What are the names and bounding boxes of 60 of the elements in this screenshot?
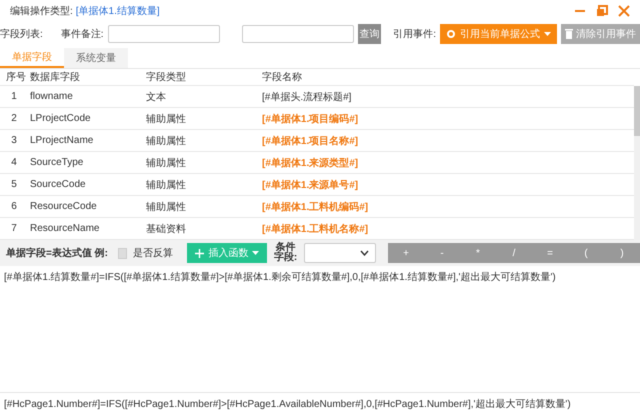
translated-expression-text: [#HcPage1.Number#]=IFS([#HcPage1.Number#]>[#HcPage1.AvailableNumber#],0,[#HcPage1.Number#],'超出最大可结算数量')	[4, 399, 571, 410]
table-cell[interactable]: [#单据体1.工料机编码#]	[262, 200, 368, 214]
table-cell-text: 基础资料	[146, 222, 187, 236]
column-header: 字段类型	[146, 70, 187, 84]
chevron-down-icon	[360, 250, 369, 256]
expression-example-label: 单据字段=表达式值 例:	[6, 246, 108, 260]
table-cell[interactable]: [#单据头.流程标题#]	[262, 90, 352, 104]
invert-label: 是否反算	[133, 247, 174, 260]
column-header: 数据库字段	[29, 70, 81, 84]
table-cell-text: 2	[10, 113, 18, 124]
column-header: 字段名称	[262, 70, 302, 84]
remark-input-field[interactable]	[108, 25, 220, 43]
table-cell-text: 辅助属性	[146, 134, 187, 148]
expression-text: [#单据体1.结算数量#]=IFS([#单据体1.结算数量#]>[#单据体1.剩余可结算数量#],0,[#单据体1.结算数量#],'超出最大可结算数量')	[4, 272, 556, 283]
table-cell-text: 1	[10, 91, 18, 102]
query-button[interactable]: 查询	[358, 24, 382, 44]
invert-checkbox[interactable]	[118, 248, 128, 258]
table-cell-text: ResourceCode	[29, 201, 98, 212]
window-title-label: 编辑操作类型:	[10, 4, 73, 18]
table-cell-text: SourceType	[29, 157, 84, 168]
restore-icon[interactable]	[596, 5, 608, 17]
table-cell-text: 辅助属性	[146, 112, 187, 126]
table-cell[interactable]: [#单据体1.来源类型#]	[262, 156, 358, 170]
remark-label: 事件备注:	[60, 28, 104, 41]
insert-function-button[interactable]: 插入函数	[187, 243, 268, 263]
table-cell-text: 5	[10, 179, 18, 190]
trash-icon	[565, 29, 573, 39]
condition-field-label: 条件字段:	[273, 243, 298, 263]
table-cell-text: 辅助属性	[146, 178, 187, 192]
plus-icon	[195, 248, 204, 258]
field-list-label: 字段列表:	[0, 28, 43, 41]
table-cell-text: 6	[10, 201, 18, 212]
column-header: 序号	[5, 70, 27, 84]
table-cell-text: ResourceName	[29, 223, 100, 234]
table-cell-text: 辅助属性	[146, 200, 187, 214]
table-cell-text: LProjectCode	[29, 113, 92, 124]
table-cell-text: 文本	[146, 90, 167, 104]
table-cell[interactable]: [#单据体1.来源单号#]	[262, 178, 358, 192]
table-cell-text: LProjectName	[29, 135, 94, 146]
reference-formula-button[interactable]: 引用当前单据公式	[440, 24, 557, 44]
search-input-field[interactable]	[242, 25, 354, 43]
table-cell[interactable]: [#单据体1.项目名称#]	[262, 134, 358, 148]
window-title-value: [单据体1.结算数量]	[76, 4, 160, 18]
condition-field-dropdown[interactable]	[304, 243, 376, 263]
table-cell-text: flowname	[29, 91, 74, 102]
reference-event-label: 引用事件:	[393, 28, 436, 41]
table-cell[interactable]: [#单据体1.工料机名称#]	[262, 222, 368, 236]
caret-icon	[544, 32, 551, 36]
table-cell-text: 辅助属性	[146, 156, 187, 170]
table-cell-text: 4	[10, 157, 18, 168]
tab[interactable]: 系统变量	[64, 48, 128, 68]
close-icon[interactable]	[618, 5, 630, 17]
table-cell-text: SourceCode	[29, 179, 87, 190]
table-cell[interactable]: [#单据体1.项目编码#]	[262, 112, 358, 126]
table-cell-text: 3	[10, 135, 18, 146]
caret-icon	[252, 251, 260, 255]
expression-text-area[interactable]: [#单据体1.结算数量#]=IFS([#单据体1.结算数量#]>[#单据体1.剩余可结算数量#],0,[#单据体1.结算数量#],'超出最大可结算数量')	[0, 266, 640, 393]
clear-reference-button[interactable]: 清除引用事件	[561, 24, 640, 44]
table-cell-text: 7	[10, 223, 18, 234]
scrollbar[interactable]	[634, 86, 640, 240]
